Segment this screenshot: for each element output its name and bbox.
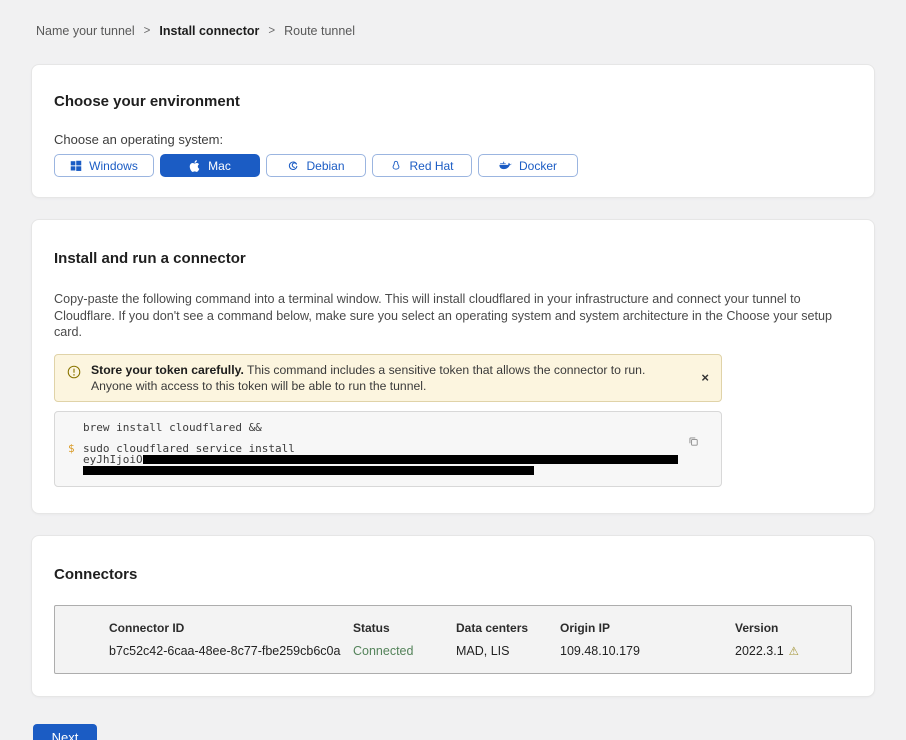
- next-button[interactable]: Next: [33, 724, 97, 740]
- os-button-label: Red Hat: [409, 159, 453, 173]
- close-icon[interactable]: ×: [701, 371, 709, 384]
- column-header-origin-ip: Origin IP: [560, 621, 735, 635]
- install-card-title: Install and run a connector: [54, 250, 852, 267]
- os-button-label: Mac: [208, 159, 231, 173]
- os-button-label: Docker: [519, 159, 557, 173]
- breadcrumb: Name your tunnel > Install connector > R…: [0, 0, 906, 38]
- column-header-status: Status: [353, 621, 456, 635]
- install-card-description: Copy-paste the following command into a …: [54, 291, 852, 341]
- column-header-version: Version: [735, 621, 831, 635]
- os-button-label: Debian: [306, 159, 344, 173]
- page-content: Choose your environment Choose an operat…: [0, 64, 906, 740]
- connectors-table: Connector ID Status Data centers Origin …: [54, 605, 852, 674]
- token-warning-banner: Store your token carefully. This command…: [54, 354, 722, 402]
- command-text: brew install cloudflared &&: [83, 422, 262, 433]
- command-text: sudo cloudflared service install: [83, 443, 295, 454]
- breadcrumb-separator: >: [268, 25, 275, 37]
- warning-triangle-icon: ⚠: [789, 646, 799, 658]
- column-header-connector-id: Connector ID: [109, 621, 353, 635]
- install-connector-card: Install and run a connector Copy-paste t…: [31, 219, 875, 514]
- connectors-table-grid: Connector ID Status Data centers Origin …: [109, 621, 831, 658]
- command-token-line: eyJhIjoiO: [68, 454, 681, 465]
- breadcrumb-separator: >: [144, 25, 151, 37]
- shell-prompt: $: [68, 443, 83, 454]
- token-prefix: eyJhIjoiO: [83, 454, 143, 465]
- redhat-icon: [390, 160, 402, 172]
- os-button-debian[interactable]: Debian: [266, 154, 366, 177]
- connectors-card-title: Connectors: [54, 566, 852, 583]
- cell-connector-id: b7c52c42-6caa-48ee-8c77-fbe259cb6c0a: [109, 644, 353, 658]
- cell-version: 2022.3.1 ⚠: [735, 644, 831, 658]
- cell-data-centers: MAD, LIS: [456, 644, 560, 658]
- breadcrumb-name-your-tunnel[interactable]: Name your tunnel: [36, 24, 135, 38]
- warning-title: Store your token carefully.: [91, 363, 244, 377]
- column-header-data-centers: Data centers: [456, 621, 560, 635]
- docker-icon: [499, 160, 512, 171]
- command-line-1: brew install cloudflared &&: [68, 422, 681, 433]
- connectors-card: Connectors Connector ID Status Data cent…: [31, 535, 875, 697]
- redacted-token-bar: [143, 455, 678, 464]
- os-button-group: Windows Mac Debian: [54, 154, 852, 177]
- os-button-windows[interactable]: Windows: [54, 154, 154, 177]
- environment-card-title: Choose your environment: [54, 93, 852, 110]
- breadcrumb-route-tunnel[interactable]: Route tunnel: [284, 24, 355, 38]
- windows-icon: [70, 160, 82, 172]
- copy-icon[interactable]: [688, 436, 699, 447]
- os-button-docker[interactable]: Docker: [478, 154, 578, 177]
- warning-message: Store your token carefully. This command…: [91, 362, 687, 394]
- debian-icon: [287, 160, 299, 172]
- os-button-redhat[interactable]: Red Hat: [372, 154, 472, 177]
- breadcrumb-install-connector[interactable]: Install connector: [159, 24, 259, 38]
- os-button-label: Windows: [89, 159, 138, 173]
- command-token-line-2: [68, 465, 681, 476]
- redacted-token-bar: [83, 466, 534, 475]
- os-button-mac[interactable]: Mac: [160, 154, 260, 177]
- cell-status: Connected: [353, 644, 456, 658]
- command-code-block: brew install cloudflared && $ sudo cloud…: [54, 411, 722, 487]
- os-select-label: Choose an operating system:: [54, 132, 852, 147]
- alert-circle-icon: [67, 365, 81, 379]
- cell-origin-ip: 109.48.10.179: [560, 644, 735, 658]
- command-line-2: $ sudo cloudflared service install: [68, 443, 681, 454]
- environment-card: Choose your environment Choose an operat…: [31, 64, 875, 198]
- version-value: 2022.3.1: [735, 644, 784, 658]
- apple-icon: [189, 160, 201, 172]
